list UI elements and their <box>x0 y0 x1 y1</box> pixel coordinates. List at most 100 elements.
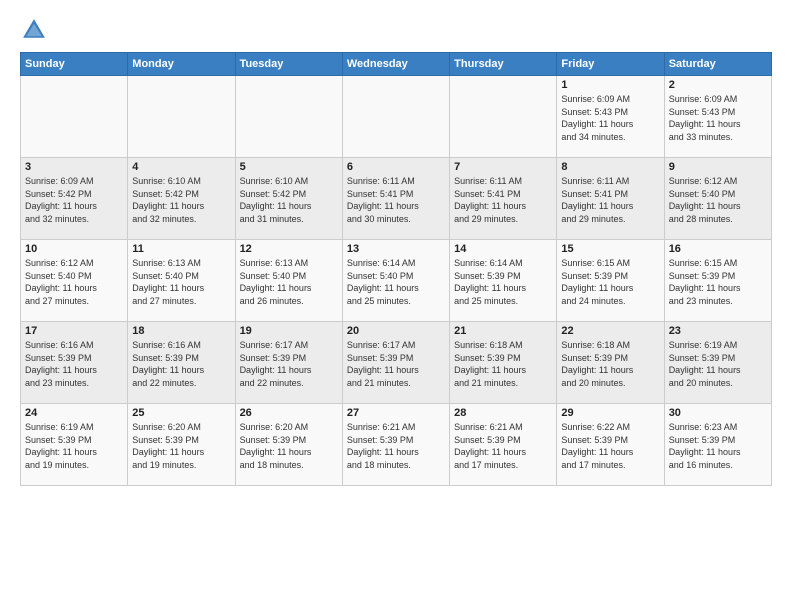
calendar-cell: 30Sunrise: 6:23 AM Sunset: 5:39 PM Dayli… <box>664 404 771 486</box>
day-number: 3 <box>25 161 123 173</box>
day-info: Sunrise: 6:21 AM Sunset: 5:39 PM Dayligh… <box>454 421 552 471</box>
day-number: 16 <box>669 243 767 255</box>
day-number: 11 <box>132 243 230 255</box>
day-info: Sunrise: 6:10 AM Sunset: 5:42 PM Dayligh… <box>240 175 338 225</box>
day-number: 30 <box>669 407 767 419</box>
day-info: Sunrise: 6:12 AM Sunset: 5:40 PM Dayligh… <box>669 175 767 225</box>
weekday-header: Tuesday <box>235 53 342 76</box>
day-info: Sunrise: 6:14 AM Sunset: 5:39 PM Dayligh… <box>454 257 552 307</box>
day-number: 23 <box>669 325 767 337</box>
day-info: Sunrise: 6:20 AM Sunset: 5:39 PM Dayligh… <box>240 421 338 471</box>
day-number: 6 <box>347 161 445 173</box>
day-number: 2 <box>669 79 767 91</box>
day-number: 28 <box>454 407 552 419</box>
calendar: SundayMondayTuesdayWednesdayThursdayFrid… <box>20 52 772 486</box>
day-info: Sunrise: 6:16 AM Sunset: 5:39 PM Dayligh… <box>132 339 230 389</box>
calendar-cell: 21 Sunrise: 6:18 AM Sunset: 5:39 PM Dayli… <box>450 322 557 404</box>
calendar-cell: 15 Sunrise: 6:15 AM Sunset: 5:39 PM Dayli… <box>557 240 664 322</box>
calendar-cell: 3 Sunrise: 6:09 AM Sunset: 5:42 PM Daylig… <box>21 158 128 240</box>
day-number: 4 <box>132 161 230 173</box>
day-number: 1 <box>561 79 659 91</box>
calendar-cell <box>450 76 557 158</box>
calendar-cell: 1 Sunrise: 6:09 AM Sunset: 5:43 PM Daylig… <box>557 76 664 158</box>
day-info: Sunrise: 6:17 AM Sunset: 5:39 PM Dayligh… <box>347 339 445 389</box>
calendar-cell: 13 Sunrise: 6:14 AM Sunset: 5:40 PM Dayli… <box>342 240 449 322</box>
calendar-cell: 12 Sunrise: 6:13 AM Sunset: 5:40 PM Dayli… <box>235 240 342 322</box>
day-number: 13 <box>347 243 445 255</box>
day-info: Sunrise: 6:09 AM Sunset: 5:42 PM Dayligh… <box>25 175 123 225</box>
day-number: 19 <box>240 325 338 337</box>
calendar-cell: 2Sunrise: 6:09 AM Sunset: 5:43 PM Daylig… <box>664 76 771 158</box>
calendar-cell: 4 Sunrise: 6:10 AM Sunset: 5:42 PM Daylig… <box>128 158 235 240</box>
day-info: Sunrise: 6:09 AM Sunset: 5:43 PM Dayligh… <box>561 93 659 143</box>
calendar-cell: 9 Sunrise: 6:12 AM Sunset: 5:40 PM Daylig… <box>664 158 771 240</box>
calendar-cell: 10 Sunrise: 6:12 AM Sunset: 5:40 PM Dayli… <box>21 240 128 322</box>
calendar-cell: 8 Sunrise: 6:11 AM Sunset: 5:41 PM Daylig… <box>557 158 664 240</box>
day-info: Sunrise: 6:18 AM Sunset: 5:39 PM Dayligh… <box>454 339 552 389</box>
calendar-cell: 28 Sunrise: 6:21 AM Sunset: 5:39 PM Dayli… <box>450 404 557 486</box>
calendar-cell: 25 Sunrise: 6:20 AM Sunset: 5:39 PM Dayli… <box>128 404 235 486</box>
day-number: 12 <box>240 243 338 255</box>
weekday-header: Saturday <box>664 53 771 76</box>
day-info: Sunrise: 6:19 AM Sunset: 5:39 PM Dayligh… <box>669 339 767 389</box>
day-info: Sunrise: 6:11 AM Sunset: 5:41 PM Dayligh… <box>347 175 445 225</box>
day-number: 21 <box>454 325 552 337</box>
calendar-cell: 14 Sunrise: 6:14 AM Sunset: 5:39 PM Dayli… <box>450 240 557 322</box>
day-info: Sunrise: 6:13 AM Sunset: 5:40 PM Dayligh… <box>132 257 230 307</box>
calendar-week-row: 10 Sunrise: 6:12 AM Sunset: 5:40 PM Dayli… <box>21 240 772 322</box>
day-number: 29 <box>561 407 659 419</box>
calendar-cell: 16Sunrise: 6:15 AM Sunset: 5:39 PM Dayli… <box>664 240 771 322</box>
day-number: 7 <box>454 161 552 173</box>
day-number: 14 <box>454 243 552 255</box>
calendar-cell: 19Sunrise: 6:17 AM Sunset: 5:39 PM Dayli… <box>235 322 342 404</box>
day-number: 27 <box>347 407 445 419</box>
weekday-header: Sunday <box>21 53 128 76</box>
calendar-week-row: 3 Sunrise: 6:09 AM Sunset: 5:42 PM Daylig… <box>21 158 772 240</box>
day-info: Sunrise: 6:11 AM Sunset: 5:41 PM Dayligh… <box>561 175 659 225</box>
weekday-header-row: SundayMondayTuesdayWednesdayThursdayFrid… <box>21 53 772 76</box>
day-info: Sunrise: 6:15 AM Sunset: 5:39 PM Dayligh… <box>561 257 659 307</box>
calendar-cell <box>342 76 449 158</box>
calendar-cell <box>128 76 235 158</box>
day-info: Sunrise: 6:11 AM Sunset: 5:41 PM Dayligh… <box>454 175 552 225</box>
calendar-cell: 24Sunrise: 6:19 AM Sunset: 5:39 PM Dayli… <box>21 404 128 486</box>
logo <box>20 16 52 44</box>
calendar-week-row: 17 Sunrise: 6:16 AM Sunset: 5:39 PM Dayli… <box>21 322 772 404</box>
calendar-cell <box>235 76 342 158</box>
calendar-cell: 17Sunrise: 6:16 AM Sunset: 5:39 PM Dayli… <box>21 322 128 404</box>
weekday-header: Thursday <box>450 53 557 76</box>
day-info: Sunrise: 6:21 AM Sunset: 5:39 PM Dayligh… <box>347 421 445 471</box>
calendar-cell: 29Sunrise: 6:22 AM Sunset: 5:39 PM Dayli… <box>557 404 664 486</box>
day-number: 10 <box>25 243 123 255</box>
day-number: 20 <box>347 325 445 337</box>
day-number: 5 <box>240 161 338 173</box>
day-number: 22 <box>561 325 659 337</box>
day-info: Sunrise: 6:14 AM Sunset: 5:40 PM Dayligh… <box>347 257 445 307</box>
day-number: 15 <box>561 243 659 255</box>
day-info: Sunrise: 6:12 AM Sunset: 5:40 PM Dayligh… <box>25 257 123 307</box>
day-info: Sunrise: 6:18 AM Sunset: 5:39 PM Dayligh… <box>561 339 659 389</box>
day-info: Sunrise: 6:20 AM Sunset: 5:39 PM Dayligh… <box>132 421 230 471</box>
calendar-cell: 22 Sunrise: 6:18 AM Sunset: 5:39 PM Dayli… <box>557 322 664 404</box>
calendar-cell: 20 Sunrise: 6:17 AM Sunset: 5:39 PM Dayli… <box>342 322 449 404</box>
calendar-cell: 11 Sunrise: 6:13 AM Sunset: 5:40 PM Dayli… <box>128 240 235 322</box>
calendar-cell: 27 Sunrise: 6:21 AM Sunset: 5:39 PM Dayli… <box>342 404 449 486</box>
day-info: Sunrise: 6:13 AM Sunset: 5:40 PM Dayligh… <box>240 257 338 307</box>
calendar-cell <box>21 76 128 158</box>
calendar-cell: 6 Sunrise: 6:11 AM Sunset: 5:41 PM Daylig… <box>342 158 449 240</box>
day-number: 26 <box>240 407 338 419</box>
weekday-header: Monday <box>128 53 235 76</box>
day-number: 18 <box>132 325 230 337</box>
day-number: 25 <box>132 407 230 419</box>
day-number: 17 <box>25 325 123 337</box>
calendar-cell: 26 Sunrise: 6:20 AM Sunset: 5:39 PM Dayli… <box>235 404 342 486</box>
calendar-body: 1 Sunrise: 6:09 AM Sunset: 5:43 PM Daylig… <box>21 76 772 486</box>
header <box>20 16 772 44</box>
day-number: 24 <box>25 407 123 419</box>
day-info: Sunrise: 6:10 AM Sunset: 5:42 PM Dayligh… <box>132 175 230 225</box>
day-number: 9 <box>669 161 767 173</box>
day-number: 8 <box>561 161 659 173</box>
weekday-header: Friday <box>557 53 664 76</box>
logo-icon <box>20 16 48 44</box>
calendar-cell: 23 Sunrise: 6:19 AM Sunset: 5:39 PM Dayli… <box>664 322 771 404</box>
